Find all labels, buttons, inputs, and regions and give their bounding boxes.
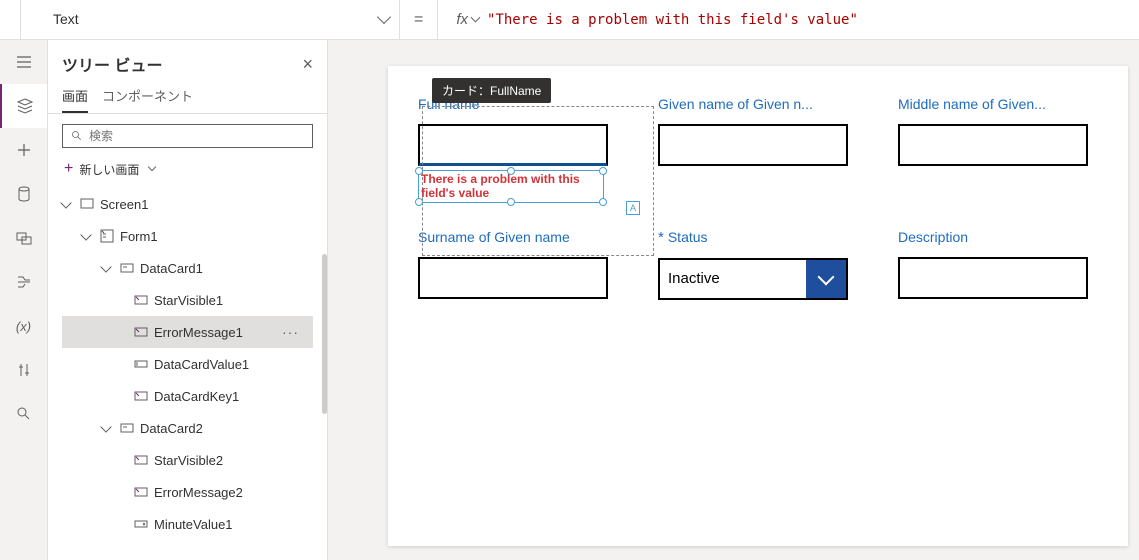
label-icon [134, 325, 148, 339]
field-label: Surname of Given name [418, 229, 628, 245]
equals-sign: = [400, 11, 437, 29]
screen-icon [80, 197, 94, 211]
more-options-icon[interactable]: ··· [282, 324, 299, 340]
textinput-icon [134, 357, 148, 371]
field-label: Status [668, 229, 708, 245]
text-input[interactable] [898, 257, 1088, 299]
label-icon [134, 453, 148, 467]
hamburger-icon [16, 54, 32, 70]
flow-button[interactable] [0, 260, 47, 304]
property-dropdown[interactable]: Text [20, 0, 400, 40]
dropdown-value: Inactive [660, 260, 806, 298]
text-input[interactable] [418, 257, 608, 299]
chevron-down-icon [471, 13, 481, 23]
left-nav-rail: (x) [0, 40, 48, 560]
database-icon [16, 186, 32, 202]
tree-node-errormessage[interactable]: ErrorMessage1 ··· [62, 316, 313, 348]
tree-node-datacard[interactable]: DataCard1 [62, 252, 313, 284]
tree-node-dropdown[interactable]: MinuteValue1 [62, 508, 313, 540]
tree-node-form[interactable]: Form1 [62, 220, 313, 252]
fx-icon[interactable]: fx [456, 11, 487, 28]
scrollbar[interactable] [322, 254, 327, 414]
formula-text[interactable]: "There is a problem with this field's va… [487, 12, 858, 28]
form-canvas[interactable]: カード：FullName Full name There is a proble… [388, 66, 1128, 546]
resize-handle[interactable] [599, 167, 607, 175]
resize-handle[interactable] [415, 198, 423, 206]
caret-icon[interactable] [100, 261, 111, 272]
new-screen-button[interactable]: + 新しい画面 [62, 154, 313, 188]
chevron-down-icon [377, 10, 391, 24]
variables-button[interactable]: (x) [0, 304, 47, 348]
chevron-down-icon [148, 163, 156, 171]
field-label: Description [898, 229, 1108, 245]
chevron-down-icon[interactable] [806, 260, 846, 298]
dropdown-input[interactable]: Inactive [658, 258, 848, 300]
field-fullname[interactable]: カード：FullName Full name There is a proble… [418, 96, 628, 203]
caret-icon[interactable] [60, 197, 71, 208]
tree-search-input[interactable] [89, 129, 304, 143]
card-tooltip: カード：FullName [432, 78, 551, 103]
hamburger-button[interactable] [0, 40, 47, 84]
tools-button[interactable] [0, 348, 47, 392]
accessibility-badge[interactable]: A [626, 201, 640, 215]
text-input[interactable] [898, 124, 1088, 166]
card-icon [120, 261, 134, 275]
dropdown-icon [134, 517, 148, 531]
media-icon [16, 230, 32, 246]
tree-view-button[interactable] [0, 84, 47, 128]
tree-node-label[interactable]: StarVisible1 [62, 284, 313, 316]
tree-search-box[interactable] [62, 124, 313, 148]
tree-node-input[interactable]: DataCardValue1 [62, 348, 313, 380]
layers-icon [17, 98, 33, 114]
variable-icon: (x) [16, 319, 31, 334]
canvas-area[interactable]: カード：FullName Full name There is a proble… [328, 40, 1139, 560]
formula-bar[interactable]: fx "There is a problem with this field's… [437, 0, 1139, 40]
error-message[interactable]: There is a problem with this field's val… [418, 170, 604, 203]
search-icon [16, 406, 32, 422]
resize-handle[interactable] [599, 198, 607, 206]
tab-components[interactable]: コンポーネント [102, 80, 193, 113]
tree-node-datacard[interactable]: DataCard2 [62, 412, 313, 444]
card-icon [120, 421, 134, 435]
new-screen-label: 新しい画面 [79, 161, 139, 178]
field-label: Given name of Given n... [658, 96, 868, 112]
text-input[interactable] [658, 124, 848, 166]
resize-handle[interactable] [507, 198, 515, 206]
text-input[interactable] [418, 124, 608, 166]
label-icon [134, 389, 148, 403]
tree-view-panel: ツリー ビュー × 画面 コンポーネント + 新しい画面 [48, 40, 328, 560]
insert-button[interactable] [0, 128, 47, 172]
label-icon [134, 293, 148, 307]
form-icon [100, 229, 114, 243]
search-icon [71, 130, 83, 142]
tree-node-label[interactable]: DataCardKey1 [62, 380, 313, 412]
label-icon [134, 485, 148, 499]
field-description[interactable]: Description [898, 229, 1108, 300]
tab-screens[interactable]: 画面 [62, 80, 88, 113]
tools-icon [16, 362, 32, 378]
flow-icon [16, 274, 32, 290]
field-surname[interactable]: Surname of Given name [418, 229, 628, 300]
tree-node-screen[interactable]: Screen1 [62, 188, 313, 220]
resize-handle[interactable] [415, 167, 423, 175]
field-given-name[interactable]: Given name of Given n... [658, 96, 868, 203]
property-dropdown-label: Text [53, 11, 79, 27]
required-asterisk: * [658, 229, 664, 246]
tree-node-label[interactable]: StarVisible2 [62, 444, 313, 476]
field-label: Middle name of Given... [898, 96, 1108, 112]
caret-icon[interactable] [80, 229, 91, 240]
plus-icon: + [64, 160, 73, 178]
close-icon[interactable]: × [302, 54, 313, 75]
data-button[interactable] [0, 172, 47, 216]
tree-node-label[interactable]: ErrorMessage2 [62, 476, 313, 508]
field-status[interactable]: * Status Inactive [658, 229, 868, 300]
media-button[interactable] [0, 216, 47, 260]
plus-icon [16, 142, 32, 158]
tree-view-title: ツリー ビュー [62, 52, 162, 76]
field-middle-name[interactable]: Middle name of Given... [898, 96, 1108, 203]
resize-handle[interactable] [507, 167, 515, 175]
caret-icon[interactable] [100, 421, 111, 432]
search-button[interactable] [0, 392, 47, 436]
